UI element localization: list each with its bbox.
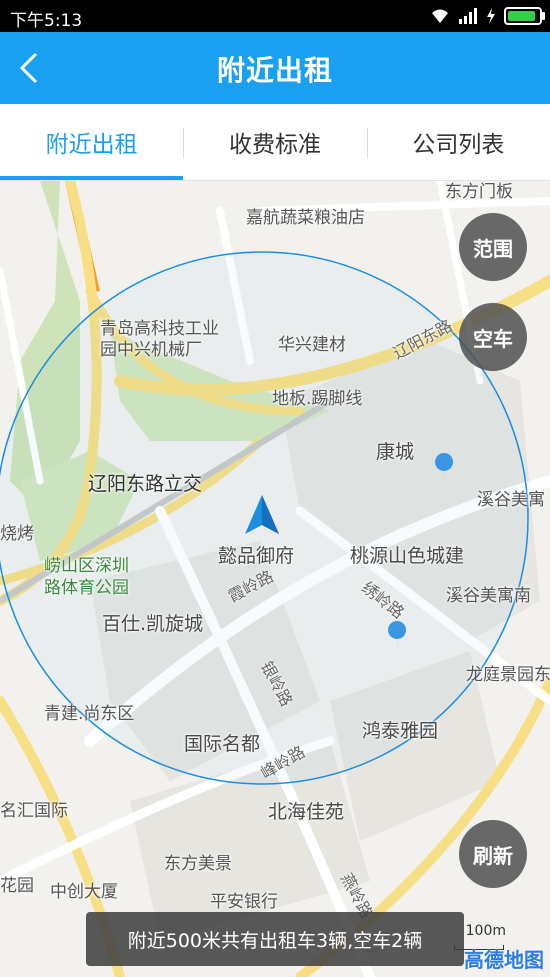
status-bar: 下午5:13 xyxy=(0,0,550,32)
poi-zhongchuang[interactable]: 中创大厦 xyxy=(50,877,118,902)
empty-car-button[interactable]: 空车 xyxy=(459,303,527,371)
tab-fees[interactable]: 收费标准 xyxy=(183,104,366,180)
map-scale-label: 100m xyxy=(465,923,506,939)
amap-logo: 高德地图 xyxy=(464,948,544,972)
refresh-button[interactable]: 刷新 xyxy=(459,820,527,888)
battery-icon xyxy=(504,7,545,25)
poi-gaoke-2[interactable]: 园中兴机械厂 xyxy=(100,335,202,360)
poi-xigu[interactable]: 溪谷美寓 xyxy=(477,485,545,510)
status-time: 下午5:13 xyxy=(10,11,83,31)
charging-icon xyxy=(486,8,496,24)
poi-huayuan[interactable]: 花园 xyxy=(0,871,34,896)
poi-huaxing[interactable]: 华兴建材 xyxy=(278,330,346,355)
poi-laoshan-2[interactable]: 路体育公园 xyxy=(44,573,129,598)
poi-yipin[interactable]: 懿品御府 xyxy=(218,541,294,568)
range-button[interactable]: 范围 xyxy=(459,213,527,281)
poi-guoji[interactable]: 国际名都 xyxy=(184,729,260,756)
poi-shaokao[interactable]: 烧烤 xyxy=(0,519,34,544)
poi-diban[interactable]: 地板.踢脚线 xyxy=(272,384,362,409)
poi-dongfang-mei[interactable]: 东方美景 xyxy=(164,849,232,874)
poi-dongfang-menban[interactable]: 东方门板 xyxy=(445,181,513,202)
map-view[interactable]: 嘉航蔬菜粮油店 东方门板 青岛高科技工业 园中兴机械厂 华兴建材 地板.踢脚线 … xyxy=(0,181,550,977)
page-title: 附近出租 xyxy=(216,54,333,87)
poi-xigu-nan[interactable]: 溪谷美寓南 xyxy=(446,581,531,606)
poi-huihui[interactable]: 名汇国际 xyxy=(0,796,68,821)
poi-pingan[interactable]: 平安银行 xyxy=(210,887,278,912)
poi-qingjian[interactable]: 青建.尚东区 xyxy=(44,699,134,724)
title-bar: 附近出租 xyxy=(0,32,550,104)
poi-jiahang[interactable]: 嘉航蔬菜粮油店 xyxy=(246,203,365,228)
tab-bar: 附近出租 收费标准 公司列表 xyxy=(0,104,550,181)
wifi-icon xyxy=(430,8,450,24)
poi-baishi[interactable]: 百仕.凯旋城 xyxy=(102,609,203,636)
poi-kangcheng[interactable]: 康城 xyxy=(376,437,414,464)
poi-taoyuan[interactable]: 桃源山色城建 xyxy=(350,541,464,568)
signal-icon xyxy=(458,8,478,24)
tab-companies[interactable]: 公司列表 xyxy=(366,104,550,180)
poi-beihai[interactable]: 北海佳苑 xyxy=(268,797,344,824)
taxi-count-toast: 附近500米共有出租车3辆,空车2辆 xyxy=(86,912,464,966)
status-icons xyxy=(430,7,545,25)
poi-hongtai[interactable]: 鸿泰雅园 xyxy=(362,716,438,743)
poi-liaoyang-interchange[interactable]: 辽阳东路立交 xyxy=(88,469,202,496)
poi-longting[interactable]: 龙庭景园东 xyxy=(466,660,550,685)
tab-nearby[interactable]: 附近出租 xyxy=(0,104,184,180)
